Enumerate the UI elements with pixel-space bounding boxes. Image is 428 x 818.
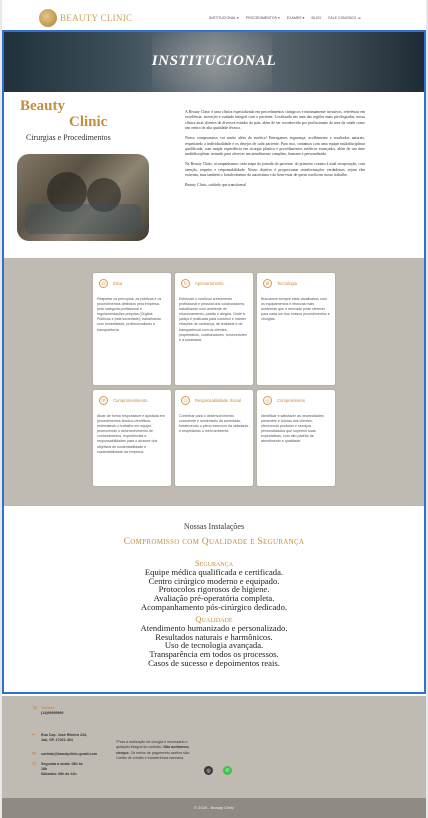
card-text: Estimular o contínuo crescimento profiss… <box>179 297 247 342</box>
logo-text: BEAUTY CLINIC <box>60 13 133 23</box>
card-title: Tecnologia <box>277 281 298 286</box>
page: BEAUTY CLINIC INSTITUCIONAL ▾ PROCEDIMEN… <box>2 0 426 818</box>
value-card-etica: ⚖ Ética Respeitar os princípios, as polí… <box>93 273 171 385</box>
list-item: Casos de sucesso e depoimentos reais. <box>148 657 280 668</box>
quality-list: Qualidade Atendimento humanizado e perso… <box>2 614 426 668</box>
instagram-icon[interactable]: ◎ <box>204 766 213 775</box>
technology-icon: ⚙ <box>263 279 272 288</box>
nav-institucional[interactable]: INSTITUCIONAL ▾ <box>209 16 239 20</box>
main-nav: INSTITUCIONAL ▾ PROCEDIMENTOS ▾ EXAMES ▾… <box>209 16 362 20</box>
hours-line2: 18h <box>41 767 48 771</box>
value-card-responsabilidade-social: ♺ Responsabilidade Social Contribuir par… <box>175 390 253 486</box>
address-line2: Jaú, SP, 17201-464 <box>41 738 73 742</box>
intro-paragraph: Na Beauty Clinic, acompanhamos cada etap… <box>185 162 365 178</box>
value-card-compromissos: ◎ Compromissos Identificar e satisfazer … <box>257 390 335 486</box>
intro-tagline: Beauty Clinic, cuidado que transforma! <box>185 182 247 187</box>
nav-blog[interactable]: BLOG <box>311 16 321 20</box>
intro-section: Beauty Clinic Cirurgias e Procedimentos … <box>2 92 426 258</box>
payment-note: *Para a realização de cirurgia é necessá… <box>116 740 192 761</box>
hero-title: INSTITUCIONAL <box>151 53 277 69</box>
site-header: BEAUTY CLINIC INSTITUCIONAL ▾ PROCEDIMEN… <box>2 4 426 32</box>
nav-procedimentos[interactable]: PROCEDIMENTOS ▾ <box>246 16 280 20</box>
footer-hours: ◷ Segunda a sexta: 08h às 18h Sábados: 0… <box>32 762 83 777</box>
phone-icon: ☏ <box>32 705 39 711</box>
copyright-text: © 2025 - Beauty Clinic <box>194 805 234 810</box>
email-icon: ✉ <box>32 751 37 757</box>
brand-title-line1: Beauty <box>20 98 65 114</box>
site-footer: ☏ Telefone (14)99999999 ⌖ Rua Cap. José … <box>2 696 426 798</box>
facilities-subtitle: Compromisso com Qualidade e Segurança <box>123 537 305 547</box>
improvement-icon: ↻ <box>181 279 190 288</box>
card-title: Responsabilidade Social <box>195 398 241 403</box>
card-title: Compromissos <box>277 398 305 403</box>
card-title: Ética <box>113 281 123 286</box>
value-card-comprometimento: ✉ Comprometimento Atuar de forma respons… <box>93 390 171 486</box>
hours-line1: Segunda a sexta: 08h às <box>41 762 83 766</box>
card-text: Atuar de forma responsável e ajustada em… <box>97 414 165 454</box>
card-title: Comprometimento <box>113 398 148 403</box>
phone-number: (14)99999999 <box>41 711 64 715</box>
nav-fale-conosco[interactable]: FALE CONOSCO ☏ <box>328 16 361 20</box>
footer-phone[interactable]: ☏ Telefone (14)99999999 <box>32 706 63 716</box>
card-text: Respeitar os princípios, as políticas e … <box>97 297 162 332</box>
value-card-aprimoramento: ↻ Aprimoramento Estimular o contínuo cre… <box>175 273 253 385</box>
facilities-title: Nossas Instalações <box>183 522 245 531</box>
commitment-icon: ✉ <box>99 396 108 405</box>
brand-title-line2: Clinic <box>69 114 108 130</box>
card-title: Aprimoramento <box>195 281 224 286</box>
ethics-icon: ⚖ <box>99 279 108 288</box>
clock-icon: ◷ <box>32 761 37 767</box>
hours-line3: Sábados: 08h às 12h <box>41 772 77 776</box>
logo-icon <box>39 9 57 27</box>
security-list: Segurança Equipe médica qualificada e ce… <box>2 558 426 612</box>
logo[interactable]: BEAUTY CLINIC <box>39 9 132 27</box>
values-section: ⚖ Ética Respeitar os princípios, as polí… <box>2 258 426 506</box>
email-address: contato@beautyclinic.gmail.com <box>41 752 98 756</box>
surgery-photo <box>17 154 149 241</box>
browser-canvas: BEAUTY CLINIC INSTITUCIONAL ▾ PROCEDIMEN… <box>0 0 428 818</box>
brand-subtitle: Cirurgias e Procedimentos <box>26 133 111 142</box>
social-responsibility-icon: ♺ <box>181 396 190 405</box>
card-text: Identificar e satisfazer as necessidades… <box>261 414 324 444</box>
nav-exames[interactable]: EXAMES ▾ <box>287 16 305 20</box>
address-line1: Rua Cap. José Ribeiro 234, <box>41 733 88 737</box>
intro-text: A Beauty Clinic é uma clínica especializ… <box>185 110 365 193</box>
whatsapp-icon[interactable]: ✆ <box>223 766 232 775</box>
value-card-tecnologia: ⚙ Tecnologia Buscamos sempre estar atual… <box>257 273 335 385</box>
card-text: Contribuir para o desenvolvimento consci… <box>179 414 249 434</box>
intro-paragraph: A Beauty Clinic é uma clínica especializ… <box>185 110 365 131</box>
card-text: Buscamos sempre estar atualizados com os… <box>261 297 330 322</box>
commitments-icon: ◎ <box>263 396 272 405</box>
copyright-bar: © 2025 - Beauty Clinic <box>2 798 426 818</box>
hero-banner: INSTITUCIONAL <box>2 32 426 92</box>
intro-paragraph: Nosso compromisso vai muito além da esté… <box>185 136 365 157</box>
footer-address[interactable]: ⌖ Rua Cap. José Ribeiro 234, Jaú, SP, 17… <box>32 733 87 743</box>
facilities-section: Nossas Instalações Compromisso com Quali… <box>2 506 426 696</box>
list-item: Acompanhamento pós-cirúrgico dedicado. <box>140 601 288 612</box>
location-icon: ⌖ <box>32 732 35 738</box>
footer-email[interactable]: ✉ contato@beautyclinic.gmail.com <box>32 752 97 757</box>
